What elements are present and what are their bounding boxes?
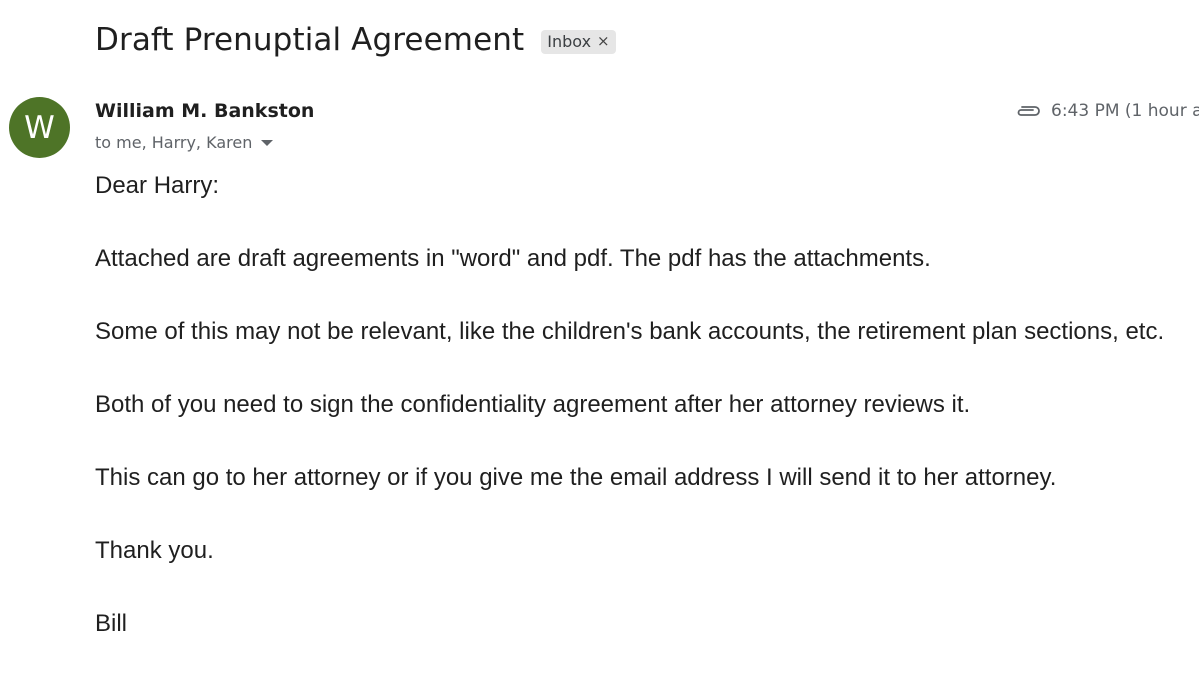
paperclip-icon	[1015, 104, 1041, 118]
email-subject-row: Draft Prenuptial Agreement Inbox ×	[95, 22, 616, 58]
recipients-text: to me, Harry, Karen	[95, 133, 253, 152]
email-subject: Draft Prenuptial Agreement	[95, 22, 525, 58]
body-paragraph: Both of you need to sign the confidentia…	[95, 391, 971, 418]
recipients-line[interactable]: to me, Harry, Karen	[95, 133, 274, 152]
sender-name[interactable]: William M. Bankston	[95, 100, 314, 122]
message-time: 6:43 PM (1 hour ago)	[1051, 101, 1199, 121]
body-paragraph: Attached are draft agreements in "word" …	[95, 245, 931, 272]
signature: Bill	[95, 610, 128, 637]
close-icon[interactable]: ×	[597, 34, 610, 49]
avatar-initial: W	[24, 109, 55, 146]
body-paragraph: Some of this may not be relevant, like t…	[95, 318, 1165, 345]
label-text: Inbox	[547, 32, 592, 51]
inbox-label-chip[interactable]: Inbox ×	[541, 30, 616, 54]
body-paragraph: This can go to her attorney or if you gi…	[95, 464, 1057, 491]
email-body: Dear Harry: Attached are draft agreement…	[95, 172, 1199, 683]
body-paragraph: Dear Harry:	[95, 172, 220, 199]
message-meta: 6:43 PM (1 hour ago)	[1015, 101, 1199, 121]
body-paragraph: Thank you.	[95, 537, 214, 564]
avatar[interactable]: W	[9, 97, 70, 158]
caret-down-icon[interactable]	[261, 139, 274, 146]
